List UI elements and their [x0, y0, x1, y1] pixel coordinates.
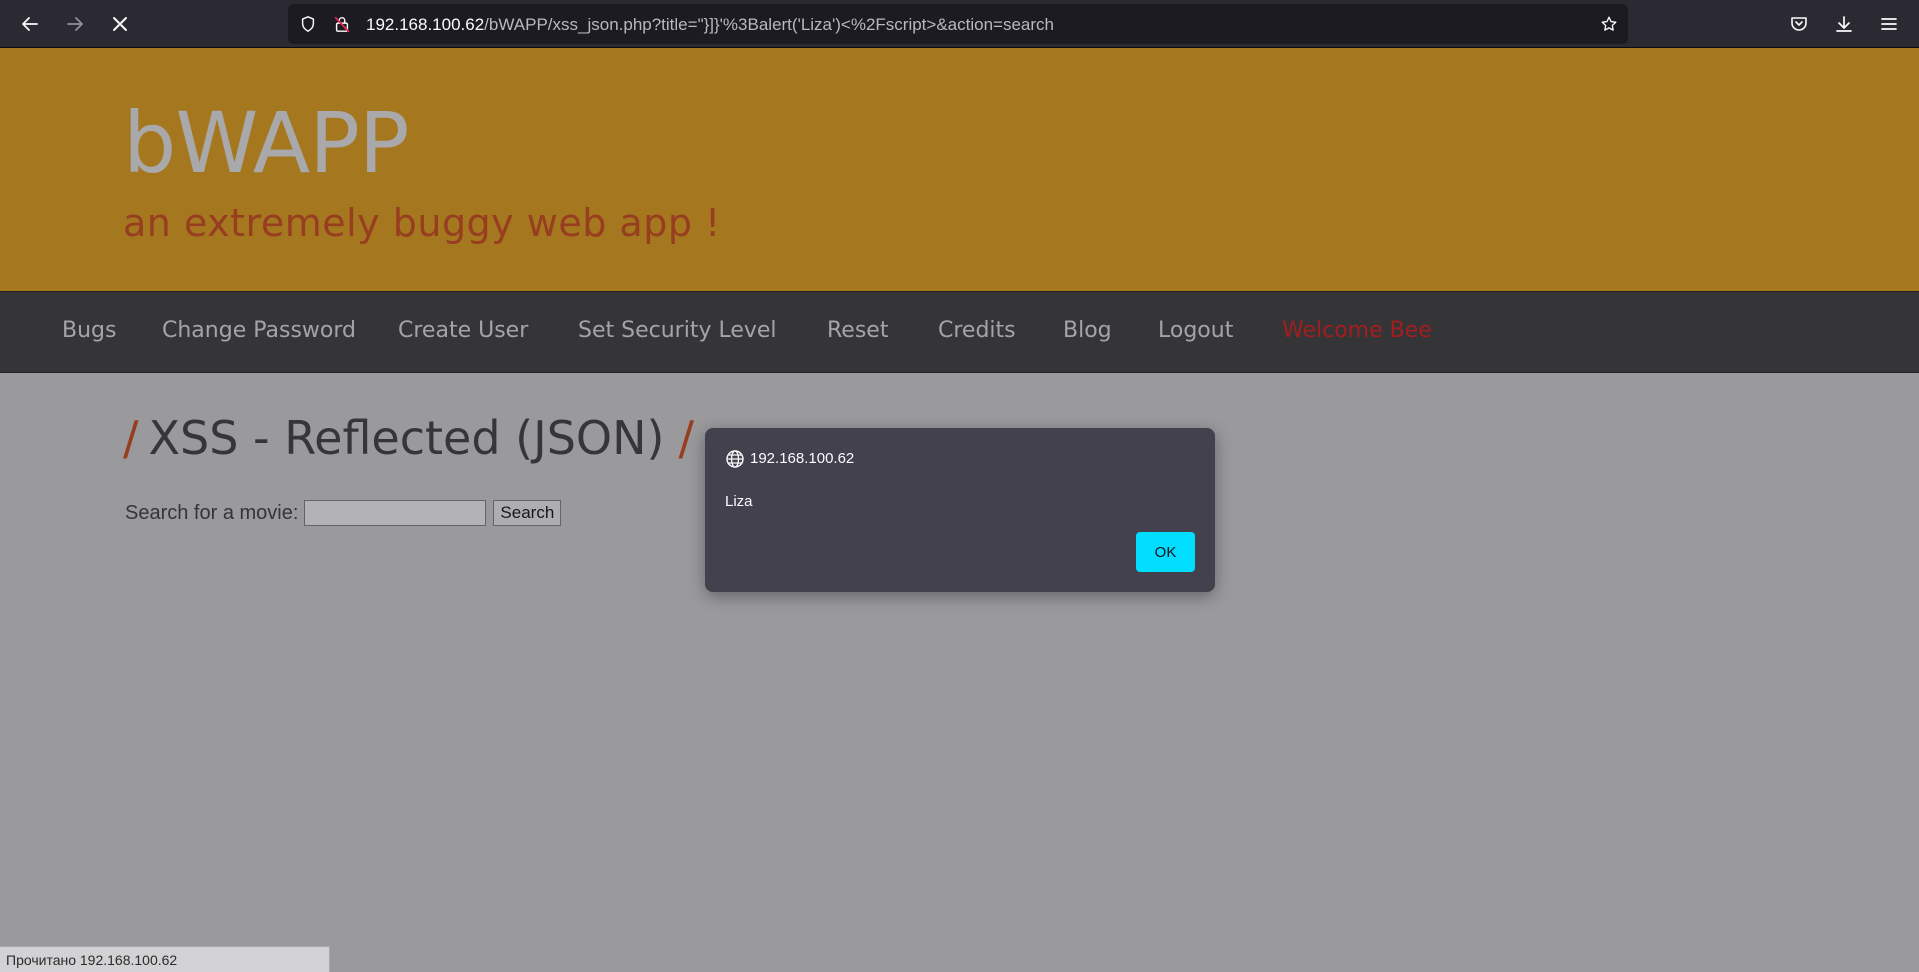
alert-dialog: 192.168.100.62 Liza OK — [705, 428, 1215, 592]
status-bar: Прочитано 192.168.100.62 — [0, 946, 330, 972]
url-path: /bWAPP/xss_json.php?title="}]}'%3Balert(… — [484, 15, 1054, 34]
back-icon[interactable] — [14, 8, 46, 40]
menu-icon[interactable] — [1873, 8, 1905, 40]
url-bar[interactable]: 192.168.100.62/bWAPP/xss_json.php?title=… — [288, 4, 1628, 44]
stop-icon[interactable] — [104, 8, 136, 40]
globe-icon — [726, 450, 744, 468]
insecure-lock-icon[interactable] — [332, 14, 352, 34]
forward-icon[interactable] — [59, 8, 91, 40]
url-text[interactable]: 192.168.100.62/bWAPP/xss_json.php?title=… — [366, 15, 1054, 35]
downloads-icon[interactable] — [1828, 8, 1860, 40]
dialog-message: Liza — [725, 493, 753, 510]
browser-toolbar: 192.168.100.62/bWAPP/xss_json.php?title=… — [0, 0, 1919, 48]
shield-icon[interactable] — [298, 14, 318, 34]
bookmark-star-icon[interactable] — [1599, 14, 1619, 34]
pocket-icon[interactable] — [1783, 8, 1815, 40]
dialog-host: 192.168.100.62 — [750, 450, 855, 467]
ok-button[interactable]: OK — [1136, 532, 1195, 572]
url-host: 192.168.100.62 — [366, 15, 485, 34]
